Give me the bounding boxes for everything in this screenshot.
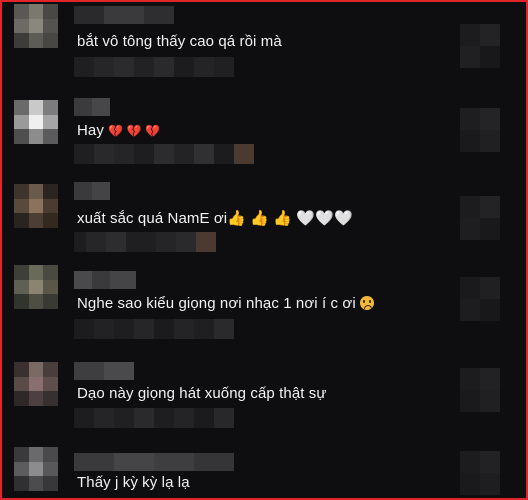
- avatar[interactable]: [14, 184, 58, 228]
- comment-text: bắt vô tông thấy cao qá rồi mà: [77, 33, 282, 50]
- reaction-counter-blurred[interactable]: [460, 24, 500, 68]
- avatar[interactable]: [14, 362, 58, 406]
- blurred-username[interactable]: [74, 6, 174, 24]
- comment-text: Nghe sao kiểu giọng nơi nhạc 1 nơi í c ơ…: [77, 295, 375, 312]
- comment-item: Dạo này giọng hát xuống cấp thật sự: [2, 342, 526, 428]
- reaction-counter-blurred[interactable]: [460, 451, 500, 495]
- avatar[interactable]: [14, 100, 58, 144]
- reaction-counter-blurred[interactable]: [460, 368, 500, 412]
- avatar[interactable]: [14, 265, 58, 309]
- comment-item: Nghe sao kiểu giọng nơi nhạc 1 nơi í c ơ…: [2, 257, 526, 339]
- comment-text: Thấy j kỳ kỳ lạ lạ: [77, 474, 190, 491]
- reaction-counter-blurred[interactable]: [460, 108, 500, 152]
- reaction-counter-blurred[interactable]: [460, 277, 500, 321]
- comment-text: Dạo này giọng hát xuống cấp thật sự: [77, 385, 327, 402]
- comment-feed: bắt vô tông thấy cao qá rồi mà Hay 💔 💔 💔: [0, 0, 528, 500]
- blurred-username[interactable]: [74, 182, 110, 200]
- thumbs-up-icon: 👍 👍 👍: [227, 210, 297, 227]
- comment-item: Thấy j kỳ kỳ lạ lạ: [2, 427, 526, 498]
- white-heart-icon: 🤍🤍🤍: [296, 210, 353, 227]
- comment-actions-blurred[interactable]: [74, 57, 234, 77]
- sad-face-icon: [360, 296, 375, 310]
- comment-item: Hay 💔 💔 💔: [2, 88, 526, 168]
- comment-text: xuất sắc quá NamE ơi👍 👍 👍 🤍🤍🤍: [77, 210, 353, 227]
- blurred-username[interactable]: [74, 271, 136, 289]
- comment-actions-blurred[interactable]: [74, 144, 254, 164]
- blurred-username[interactable]: [74, 98, 110, 116]
- comment-item: xuất sắc quá NamE ơi👍 👍 👍 🤍🤍🤍: [2, 174, 526, 254]
- comment-actions-blurred[interactable]: [74, 408, 234, 428]
- avatar[interactable]: [14, 447, 58, 491]
- comment-actions-blurred[interactable]: [74, 232, 216, 252]
- comment-item: bắt vô tông thấy cao qá rồi mà: [2, 2, 526, 82]
- comment-text: Hay 💔 💔 💔: [77, 122, 161, 139]
- avatar[interactable]: [14, 4, 58, 48]
- comment-actions-blurred[interactable]: [74, 319, 234, 339]
- blurred-username[interactable]: [74, 362, 134, 380]
- blurred-username[interactable]: [74, 453, 234, 471]
- broken-heart-icon: 💔 💔 💔: [108, 124, 161, 138]
- reaction-counter-blurred[interactable]: [460, 196, 500, 240]
